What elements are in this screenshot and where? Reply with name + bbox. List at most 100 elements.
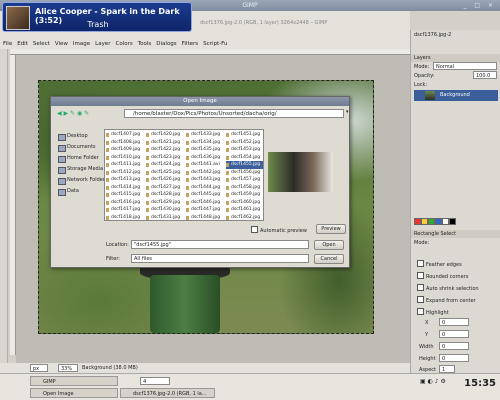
menu-edit[interactable]: Edit: [17, 41, 28, 47]
file-item[interactable]: dscf1429.jpg: [146, 199, 186, 207]
menu-layer[interactable]: Layer: [95, 41, 110, 47]
file-item[interactable]: dscf1420.jpg: [146, 131, 186, 139]
music-notification[interactable]: Alice Cooper - Spark in the Dark (3:52) …: [2, 2, 192, 32]
unit-select[interactable]: px: [30, 364, 48, 372]
file-item[interactable]: dscf1428.jpg: [146, 191, 186, 199]
field-y[interactable]: 0: [439, 330, 469, 338]
file-item[interactable]: dscf1456.jpg: [226, 169, 263, 177]
menu-filters[interactable]: Filters: [182, 41, 199, 47]
file-item[interactable]: dscf1462.jpg: [226, 214, 263, 221]
file-item[interactable]: dscf1427.jpg: [146, 184, 186, 192]
file-item[interactable]: dscf1413.jpg: [106, 176, 146, 184]
field-x-label: X: [425, 320, 429, 326]
path-bar[interactable]: /home/blaster/Dox/Pics/Photos/Unsorted/d…: [124, 109, 344, 118]
file-item[interactable]: dscf1453.jpg: [226, 146, 263, 154]
field-x[interactable]: 0: [439, 318, 469, 326]
file-item[interactable]: dscf1461.jpg: [226, 206, 263, 214]
file-item[interactable]: dscf1417.jpg: [106, 206, 146, 214]
file-item[interactable]: dscf1444.jpg: [186, 184, 226, 192]
field-height[interactable]: 0: [439, 354, 469, 362]
task-gimp[interactable]: GIMP: [30, 376, 118, 386]
file-item[interactable]: dscf1441.avi: [186, 161, 226, 169]
file-item[interactable]: dscf1430.jpg: [146, 206, 186, 214]
field-height-label: Height: [419, 356, 436, 362]
path-dropdown-icon[interactable]: ▾: [346, 109, 350, 118]
file-list[interactable]: dscf1407.jpg dscf1408.jpg dscf1409.jpg dscf…: [104, 129, 264, 221]
option-rounded[interactable]: Rounded corners: [417, 272, 468, 280]
file-item[interactable]: dscf1421.jpg: [146, 139, 186, 147]
file-item[interactable]: dscf1459.jpg: [226, 191, 263, 199]
filter-select[interactable]: All files: [131, 254, 309, 263]
menu-select[interactable]: Select: [33, 41, 50, 47]
option-auto-shrink[interactable]: Auto shrink selection: [417, 284, 479, 292]
filter-label: Filter:: [106, 256, 120, 262]
field-width[interactable]: 0: [439, 342, 469, 350]
menu-dialogs[interactable]: Dialogs: [156, 41, 176, 47]
menu-file[interactable]: File: [3, 41, 12, 47]
file-item[interactable]: dscf1407.jpg: [106, 131, 146, 139]
opacity-label: Opacity:: [414, 73, 435, 79]
file-item[interactable]: dscf1447.jpg: [186, 206, 226, 214]
file-item[interactable]: dscf1409.jpg: [106, 146, 146, 154]
tray-icons[interactable]: ▣ ◐ ♪ ⚙: [420, 378, 446, 385]
task-image-window[interactable]: dscf1376.jpg-2.0 (RGB, 1 la...: [120, 388, 215, 398]
file-item[interactable]: dscf1425.jpg: [146, 169, 186, 177]
automatic-preview-checkbox[interactable]: Automatic preview: [251, 226, 307, 234]
task-open-image[interactable]: Open Image: [30, 388, 118, 398]
menu-script-fu[interactable]: Script-Fu: [203, 41, 227, 47]
tool-options-title: Rectangle Select: [411, 230, 500, 238]
layers-title: Layers: [411, 54, 500, 62]
dialog-title: Open Image: [51, 97, 349, 106]
window-controls[interactable]: _ □ ×: [463, 2, 496, 9]
file-item[interactable]: dscf1446.jpg: [186, 199, 226, 207]
option-highlight[interactable]: Highlight: [417, 308, 449, 316]
file-item[interactable]: dscf1443.jpg: [186, 176, 226, 184]
menu-tools[interactable]: Tools: [138, 41, 152, 47]
location-input[interactable]: "dscf1455.jpg": [131, 240, 309, 249]
right-dock: dscf1376.jpg-2 Layers Mode: Normal Opaci…: [410, 30, 500, 373]
file-item[interactable]: dscf1435.jpg: [186, 146, 226, 154]
file-item[interactable]: dscf1411.jpg: [106, 161, 146, 169]
cancel-button[interactable]: Cancel: [314, 254, 344, 264]
file-item[interactable]: dscf1436.jpg: [186, 154, 226, 162]
file-item[interactable]: dscf1426.jpg: [146, 176, 186, 184]
file-item[interactable]: dscf1455.jpg: [226, 161, 263, 169]
file-item[interactable]: dscf1445.jpg: [186, 191, 226, 199]
workspace-field[interactable]: 4: [140, 377, 170, 385]
opacity-input[interactable]: 100.0: [473, 71, 497, 79]
file-item[interactable]: dscf1410.jpg: [106, 154, 146, 162]
file-item[interactable]: dscf1442.jpg: [186, 169, 226, 177]
file-item[interactable]: dscf1422.jpg: [146, 146, 186, 154]
file-item[interactable]: dscf1448.jpg: [186, 214, 226, 221]
file-item[interactable]: dscf1423.jpg: [146, 154, 186, 162]
file-item[interactable]: dscf1460.jpg: [226, 199, 263, 207]
file-item[interactable]: dscf1452.jpg: [226, 139, 263, 147]
menu-colors[interactable]: Colors: [115, 41, 132, 47]
file-item[interactable]: dscf1451.jpg: [226, 131, 263, 139]
file-item[interactable]: dscf1457.jpg: [226, 176, 263, 184]
zoom-select[interactable]: 33%: [58, 364, 78, 372]
file-item[interactable]: dscf1412.jpg: [106, 169, 146, 177]
dock-swatches[interactable]: [414, 218, 498, 227]
dialog-toolbar-icons[interactable]: ◀ ▶ ✎ ◉ ✎: [57, 110, 89, 117]
preview-button[interactable]: Preview: [316, 224, 346, 234]
file-item[interactable]: dscf1431.jpg: [146, 214, 186, 221]
field-aspect[interactable]: 1: [439, 365, 455, 373]
file-item[interactable]: dscf1415.jpg: [106, 191, 146, 199]
file-item[interactable]: dscf1458.jpg: [226, 184, 263, 192]
open-button[interactable]: Open: [314, 240, 344, 250]
file-item[interactable]: dscf1414.jpg: [106, 184, 146, 192]
option-feather[interactable]: Feather edges: [417, 260, 462, 268]
option-expand[interactable]: Expand from center: [417, 296, 476, 304]
file-item[interactable]: dscf1433.jpg: [186, 131, 226, 139]
file-item[interactable]: dscf1416.jpg: [106, 199, 146, 207]
file-item[interactable]: dscf1454.jpg: [226, 154, 263, 162]
toolbox[interactable]: [0, 49, 8, 369]
menu-image[interactable]: Image: [73, 41, 90, 47]
file-item[interactable]: dscf1424.jpg: [146, 161, 186, 169]
file-item[interactable]: dscf1418.jpg: [106, 214, 146, 221]
file-item[interactable]: dscf1434.jpg: [186, 139, 226, 147]
menu-view[interactable]: View: [55, 41, 68, 47]
mode-select[interactable]: Normal: [433, 62, 497, 70]
file-item[interactable]: dscf1408.jpg: [106, 139, 146, 147]
